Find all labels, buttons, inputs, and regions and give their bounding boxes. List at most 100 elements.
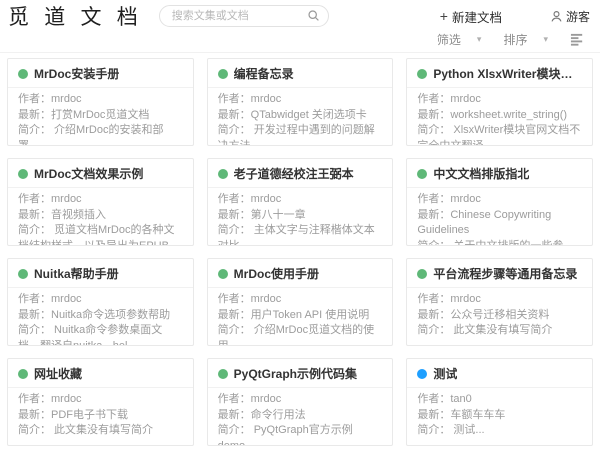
card-intro: 简介： Nuitka命令参数桌面文档，翻译自nuitka --hel... — [18, 323, 183, 346]
card-header: 测试 — [407, 359, 592, 388]
collection-grid: MrDoc安装手册 作者：mrdoc 最新：打赏MrDoc觅道文档 简介： 介绍… — [0, 53, 600, 451]
header: 觅 道 文 档 + 新建文档 游客 — [0, 0, 600, 30]
card-title: 测试 — [433, 365, 457, 382]
card-intro: 简介： 此文集没有填写简介 — [18, 423, 183, 439]
card-title: MrDoc安装手册 — [34, 65, 119, 82]
list-layout-icon[interactable] — [570, 33, 585, 47]
card-latest: 最新：用户Token API 使用说明 — [218, 308, 383, 324]
plus-icon: + — [440, 9, 448, 23]
card-author: 作者：mrdoc — [417, 192, 582, 208]
app-logo[interactable]: 觅 道 文 档 — [8, 1, 143, 31]
status-dot-icon — [218, 269, 228, 279]
collection-card[interactable]: Nuitka帮助手册 作者：mrdoc 最新：Nuitka命令选项参数帮助 简介… — [7, 258, 194, 346]
card-body: 作者：mrdoc 最新：worksheet.write_string() 简介：… — [407, 88, 592, 146]
card-body: 作者：mrdoc 最新：公众号迁移相关资料 简介： 此文集没有填写简介 — [407, 288, 592, 339]
card-title: 编程备忘录 — [234, 65, 294, 82]
card-header: 平台流程步骤等通用备忘录 — [407, 259, 592, 288]
card-title: MrDoc使用手册 — [234, 265, 319, 282]
user-menu[interactable]: 游客 — [550, 8, 590, 25]
card-header: 中文文档排版指北 — [407, 159, 592, 188]
card-intro: 简介： 关于中文排版的一些参考，搬运自：https://github... — [417, 239, 582, 247]
card-title: 平台流程步骤等通用备忘录 — [433, 265, 577, 282]
card-header: MrDoc安装手册 — [8, 59, 193, 88]
card-latest: 最新：QTabwidget 关闭选项卡 — [218, 108, 383, 124]
card-latest: 最新：Nuitka命令选项参数帮助 — [18, 308, 183, 324]
status-dot-icon — [218, 169, 228, 179]
card-intro: 简介： PyQtGraph官方示例demo... — [218, 423, 383, 446]
card-title: Nuitka帮助手册 — [34, 265, 119, 282]
sort-label: 排序 — [503, 31, 527, 48]
new-document-button[interactable]: + 新建文档 — [440, 7, 502, 26]
card-intro: 简介： 觅道文档MrDoc的各种文档结构样式，以及导出为EPUB、P... — [18, 223, 183, 246]
collection-card[interactable]: 中文文档排版指北 作者：mrdoc 最新：Chinese Copywriting… — [406, 158, 593, 246]
collection-card[interactable]: 网址收藏 作者：mrdoc 最新：PDF电子书下载 简介： 此文集没有填写简介 — [7, 358, 194, 446]
card-latest: 最新：第八十一章 — [218, 208, 383, 224]
card-author: 作者：mrdoc — [18, 392, 183, 408]
user-icon — [550, 10, 563, 23]
collection-card[interactable]: Python XlsxWriter模块中文文档 作者：mrdoc 最新：work… — [406, 58, 593, 146]
search-input[interactable] — [159, 5, 329, 27]
collection-card[interactable]: 测试 作者：tan0 最新：车额车车车 简介： 测试... — [406, 358, 593, 446]
card-title: MrDoc文档效果示例 — [34, 165, 143, 182]
status-dot-icon — [218, 69, 228, 79]
card-latest: 最新：音视频插入 — [18, 208, 183, 224]
collection-card[interactable]: MrDoc文档效果示例 作者：mrdoc 最新：音视频插入 简介： 觅道文档Mr… — [7, 158, 194, 246]
card-body: 作者：mrdoc 最新：Chinese Copywriting Guidelin… — [407, 188, 592, 246]
card-latest: 最新：命令行用法 — [218, 408, 383, 424]
card-intro: 简介： 开发过程中遇到的问题解决方法... — [218, 123, 383, 146]
sort-dropdown[interactable]: 排序 ▾ — [503, 31, 548, 48]
card-header: Python XlsxWriter模块中文文档 — [407, 59, 592, 88]
collection-card[interactable]: PyQtGraph示例代码集 作者：mrdoc 最新：命令行用法 简介： PyQ… — [207, 358, 394, 446]
card-intro: 简介： 介绍MrDoc的安装和部署... — [18, 123, 183, 146]
status-dot-icon — [18, 369, 28, 379]
card-body: 作者：mrdoc 最新：用户Token API 使用说明 简介： 介绍MrDoc… — [208, 288, 393, 346]
card-author: 作者：mrdoc — [18, 192, 183, 208]
card-title: 网址收藏 — [34, 365, 82, 382]
card-title: PyQtGraph示例代码集 — [234, 365, 357, 382]
status-dot-icon — [417, 369, 427, 379]
card-author: 作者：mrdoc — [18, 292, 183, 308]
user-label: 游客 — [566, 8, 590, 25]
card-header: Nuitka帮助手册 — [8, 259, 193, 288]
status-dot-icon — [218, 369, 228, 379]
card-latest: 最新：worksheet.write_string() — [417, 108, 582, 124]
card-body: 作者：mrdoc 最新：QTabwidget 关闭选项卡 简介： 开发过程中遇到… — [208, 88, 393, 146]
card-author: 作者：mrdoc — [218, 292, 383, 308]
collection-card[interactable]: 编程备忘录 作者：mrdoc 最新：QTabwidget 关闭选项卡 简介： 开… — [207, 58, 394, 146]
filter-dropdown[interactable]: 筛选 ▾ — [437, 31, 482, 48]
card-author: 作者：mrdoc — [218, 92, 383, 108]
card-header: MrDoc使用手册 — [208, 259, 393, 288]
card-author: 作者：mrdoc — [417, 92, 582, 108]
chevron-down-icon: ▾ — [543, 34, 548, 45]
collection-card[interactable]: 平台流程步骤等通用备忘录 作者：mrdoc 最新：公众号迁移相关资料 简介： 此… — [406, 258, 593, 346]
card-title: 老子道德经校注王弼本 — [234, 165, 354, 182]
collection-card[interactable]: MrDoc安装手册 作者：mrdoc 最新：打赏MrDoc觅道文档 简介： 介绍… — [7, 58, 194, 146]
card-body: 作者：mrdoc 最新：PDF电子书下载 简介： 此文集没有填写简介 — [8, 388, 193, 439]
filter-label: 筛选 — [437, 31, 461, 48]
card-header: 编程备忘录 — [208, 59, 393, 88]
card-author: 作者：mrdoc — [218, 392, 383, 408]
card-header: PyQtGraph示例代码集 — [208, 359, 393, 388]
status-dot-icon — [18, 69, 28, 79]
collection-card[interactable]: MrDoc使用手册 作者：mrdoc 最新：用户Token API 使用说明 简… — [207, 258, 394, 346]
card-author: 作者：mrdoc — [417, 292, 582, 308]
card-intro: 简介： 测试... — [417, 423, 582, 439]
status-dot-icon — [18, 269, 28, 279]
card-latest: 最新：Chinese Copywriting Guidelines — [417, 208, 582, 239]
card-body: 作者：mrdoc 最新：第八十一章 简介： 主体文字与注释楷体文本对比... — [208, 188, 393, 246]
card-latest: 最新：公众号迁移相关资料 — [417, 308, 582, 324]
card-header: 网址收藏 — [8, 359, 193, 388]
card-body: 作者：tan0 最新：车额车车车 简介： 测试... — [407, 388, 592, 439]
status-dot-icon — [417, 69, 427, 79]
status-dot-icon — [18, 169, 28, 179]
card-latest: 最新：打赏MrDoc觅道文档 — [18, 108, 183, 124]
toolbar: 筛选 ▾ 排序 ▾ — [0, 30, 600, 53]
status-dot-icon — [417, 169, 427, 179]
status-dot-icon — [417, 269, 427, 279]
search-icon — [307, 9, 320, 22]
card-body: 作者：mrdoc 最新：音视频插入 简介： 觅道文档MrDoc的各种文档结构样式… — [8, 188, 193, 246]
card-author: 作者：mrdoc — [18, 92, 183, 108]
collection-card[interactable]: 老子道德经校注王弼本 作者：mrdoc 最新：第八十一章 简介： 主体文字与注释… — [207, 158, 394, 246]
card-header: 老子道德经校注王弼本 — [208, 159, 393, 188]
search-box — [159, 5, 329, 27]
